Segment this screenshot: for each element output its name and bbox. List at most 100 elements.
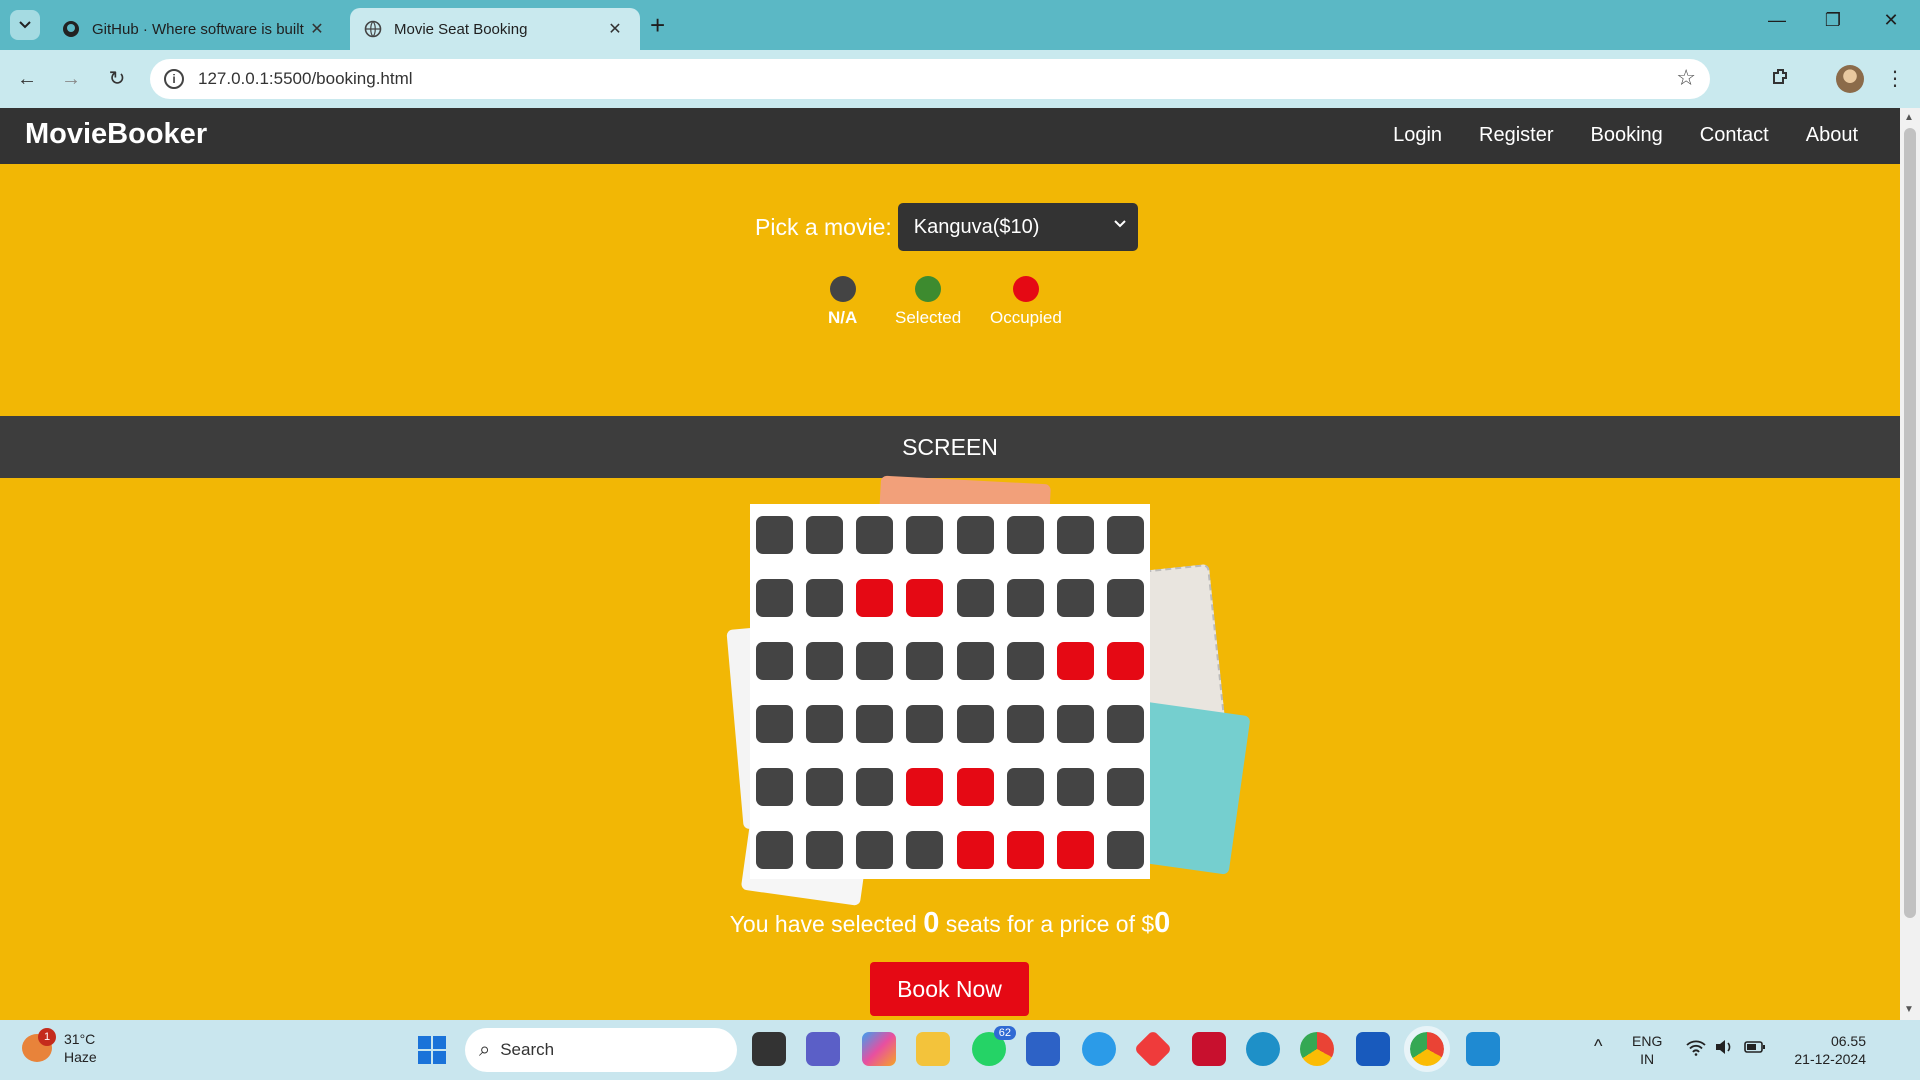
extensions-icon[interactable] xyxy=(1768,66,1794,95)
seat[interactable] xyxy=(756,768,793,806)
gem-app-icon[interactable] xyxy=(1133,1029,1173,1069)
tab-movie-seat-booking[interactable]: Movie Seat Booking ✕ xyxy=(350,8,640,50)
store-icon[interactable] xyxy=(1026,1032,1060,1066)
seat[interactable] xyxy=(1006,705,1044,743)
bookmark-star-icon[interactable]: ☆ xyxy=(1676,65,1696,91)
forward-icon[interactable]: → xyxy=(58,66,84,92)
movie-select[interactable]: Kanguva($10) xyxy=(897,203,1138,251)
weather-widget[interactable]: 1 31°C Haze xyxy=(22,1028,97,1066)
seat[interactable] xyxy=(1006,642,1044,680)
scroll-down-icon[interactable]: ▼ xyxy=(1904,1004,1914,1015)
teams-icon[interactable] xyxy=(806,1032,840,1066)
language-indicator[interactable]: ENG IN xyxy=(1632,1032,1662,1068)
seat[interactable] xyxy=(756,705,793,743)
seat[interactable] xyxy=(756,831,793,869)
seat[interactable] xyxy=(856,705,894,743)
seat[interactable] xyxy=(1006,516,1044,554)
seat[interactable] xyxy=(856,516,894,554)
scrollbar-thumb[interactable] xyxy=(1904,128,1916,918)
close-icon[interactable]: ✕ xyxy=(604,19,626,39)
seat[interactable] xyxy=(906,516,944,554)
seat[interactable] xyxy=(756,579,793,617)
profile-avatar[interactable] xyxy=(1836,65,1864,93)
close-icon[interactable]: ✕ xyxy=(306,19,328,39)
seat[interactable] xyxy=(956,705,994,743)
seat[interactable] xyxy=(1006,768,1044,806)
reload-icon[interactable]: ↻ xyxy=(104,66,130,92)
seat-row xyxy=(756,768,1144,806)
volume-icon[interactable] xyxy=(1714,1039,1734,1059)
new-tab-button[interactable]: + xyxy=(650,12,665,38)
seat[interactable] xyxy=(1106,579,1144,617)
seat[interactable] xyxy=(1056,516,1094,554)
browser-tab-bar: GitHub · Where software is built ✕ Movie… xyxy=(0,0,1920,50)
nav-link-booking[interactable]: Booking xyxy=(1591,124,1663,147)
seat[interactable] xyxy=(856,831,894,869)
seat[interactable] xyxy=(1006,579,1044,617)
word-icon[interactable] xyxy=(1356,1032,1390,1066)
chevron-up-icon[interactable]: ^ xyxy=(1594,1036,1602,1057)
seat[interactable] xyxy=(956,642,994,680)
nav-link-contact[interactable]: Contact xyxy=(1700,124,1769,147)
seat[interactable] xyxy=(856,642,894,680)
tab-github[interactable]: GitHub · Where software is built ✕ xyxy=(48,8,342,50)
menu-icon[interactable]: ⋮ xyxy=(1882,66,1908,92)
seat[interactable] xyxy=(806,516,844,554)
book-now-button[interactable]: Book Now xyxy=(870,962,1029,1016)
seat[interactable] xyxy=(1106,516,1144,554)
task-view-icon[interactable] xyxy=(752,1032,786,1066)
chrome-icon[interactable] xyxy=(1300,1032,1334,1066)
battery-icon[interactable] xyxy=(1744,1040,1766,1058)
seat[interactable] xyxy=(1106,831,1144,869)
seat[interactable] xyxy=(806,831,844,869)
address-bar[interactable]: i 127.0.0.1:5500/booking.html ☆ xyxy=(150,59,1710,99)
seat[interactable] xyxy=(906,831,944,869)
booking-summary: You have selected 0 seats for a price of… xyxy=(0,907,1900,940)
seat[interactable] xyxy=(1056,768,1094,806)
edge-icon[interactable] xyxy=(1246,1032,1280,1066)
clock[interactable]: 06.55 21-12-2024 xyxy=(1786,1032,1866,1068)
seat[interactable] xyxy=(856,768,894,806)
legend-na: N/A xyxy=(828,276,857,328)
taskbar-search[interactable]: ⌕ Search xyxy=(465,1028,737,1072)
seat[interactable] xyxy=(956,579,994,617)
whatsapp-icon[interactable]: 62 xyxy=(972,1026,1016,1066)
nav-link-login[interactable]: Login xyxy=(1393,124,1442,147)
restore-icon[interactable]: ❐ xyxy=(1818,10,1848,31)
nav-link-register[interactable]: Register xyxy=(1479,124,1553,147)
seat[interactable] xyxy=(806,768,844,806)
nav-link-about[interactable]: About xyxy=(1806,124,1858,147)
vscode-icon[interactable] xyxy=(1466,1032,1500,1066)
seat[interactable] xyxy=(756,516,793,554)
back-icon[interactable]: ← xyxy=(14,66,40,92)
seat[interactable] xyxy=(956,516,994,554)
summary-prefix: You have selected xyxy=(729,911,917,937)
copilot-icon[interactable] xyxy=(862,1032,896,1066)
chrome-profile-icon[interactable] xyxy=(1404,1026,1450,1072)
file-explorer-icon[interactable] xyxy=(916,1032,950,1066)
scroll-up-icon[interactable]: ▲ xyxy=(1904,112,1914,123)
seat[interactable] xyxy=(806,642,844,680)
site-brand[interactable]: MovieBooker xyxy=(25,118,207,151)
minimize-icon[interactable]: — xyxy=(1762,10,1792,31)
seat-grid xyxy=(750,504,1150,879)
windows-start-icon[interactable] xyxy=(418,1036,446,1064)
tab-search-button[interactable] xyxy=(10,10,40,40)
seat[interactable] xyxy=(906,705,944,743)
seat[interactable] xyxy=(1056,579,1094,617)
close-window-icon[interactable]: ✕ xyxy=(1876,10,1906,31)
wifi-icon[interactable] xyxy=(1686,1040,1706,1060)
seat[interactable] xyxy=(1056,705,1094,743)
seat[interactable] xyxy=(1106,768,1144,806)
page-scrollbar[interactable]: ▲ ▼ xyxy=(1900,108,1920,1020)
seat[interactable] xyxy=(806,579,844,617)
seat[interactable] xyxy=(756,642,793,680)
tips-icon[interactable] xyxy=(1082,1032,1116,1066)
site-info-icon[interactable]: i xyxy=(164,69,184,89)
mcafee-icon[interactable] xyxy=(1192,1032,1226,1066)
weather-alert-badge: 1 xyxy=(38,1028,56,1046)
seat[interactable] xyxy=(1106,705,1144,743)
seat-row xyxy=(756,642,1144,680)
seat[interactable] xyxy=(806,705,844,743)
seat[interactable] xyxy=(906,642,944,680)
